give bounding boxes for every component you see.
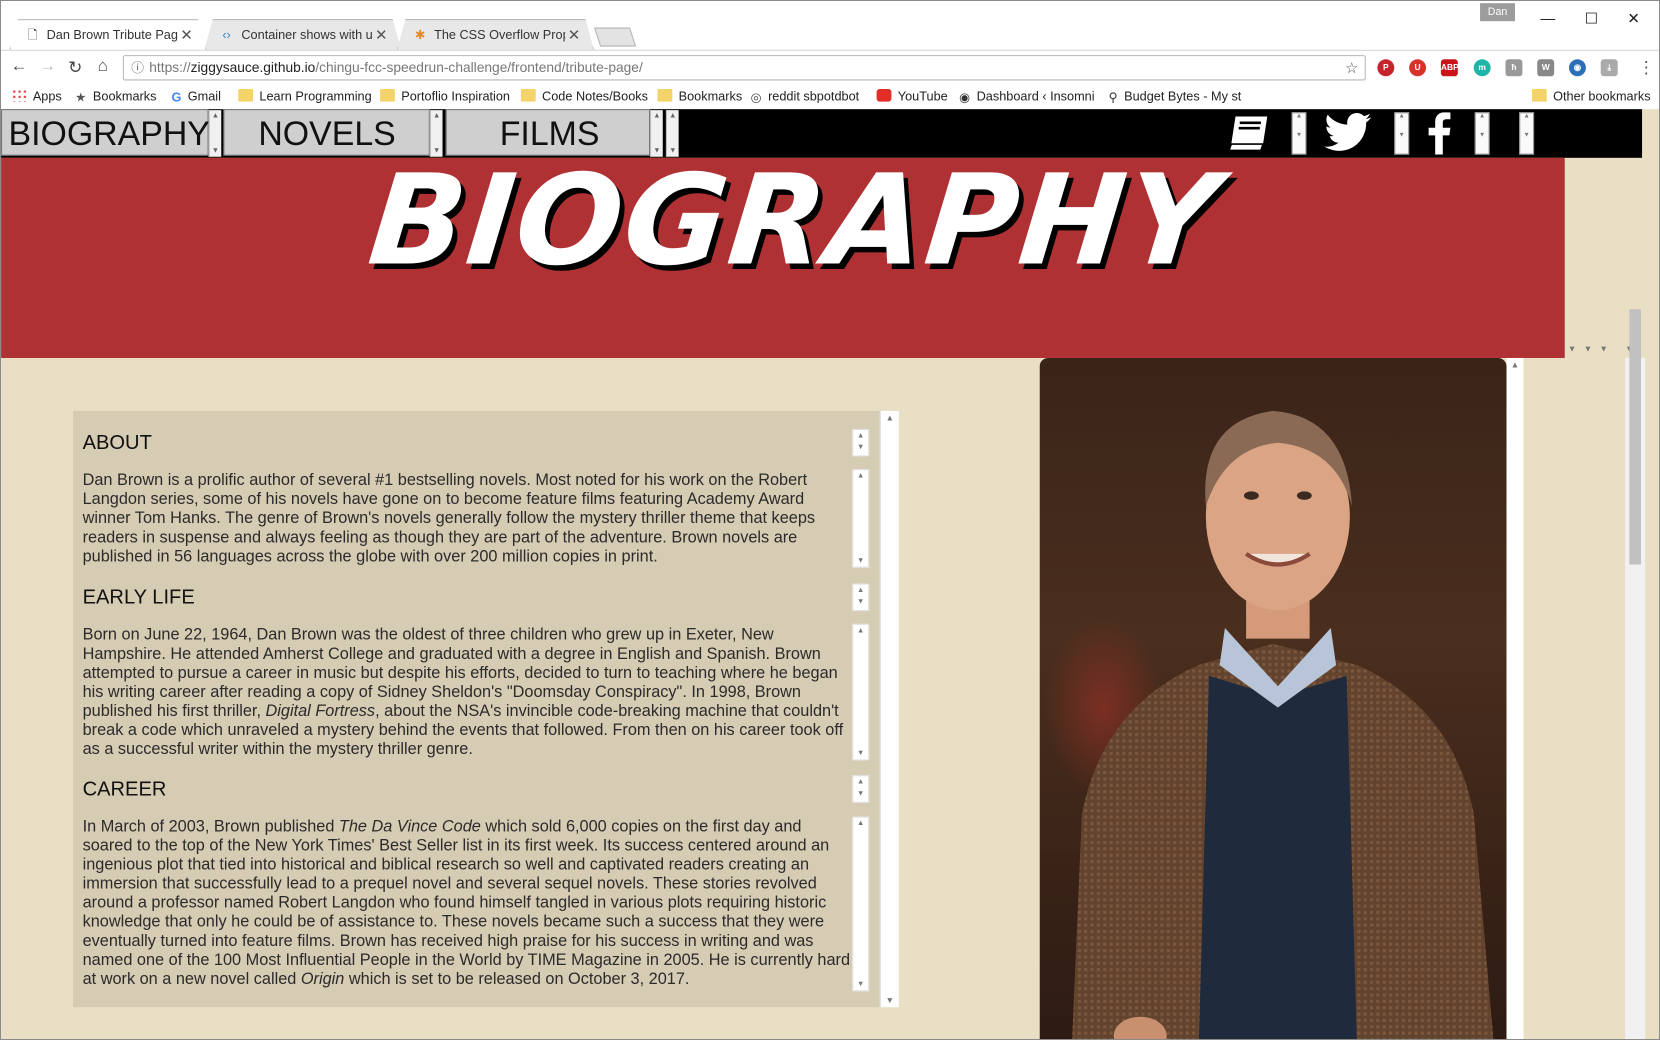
social-scrollbar[interactable]: ▲ ▼ [1394,112,1410,155]
forward-icon[interactable]: → [37,57,58,76]
menu-icon[interactable]: ⋮ [1638,57,1655,78]
back-icon[interactable]: ← [8,57,29,76]
page-icon: 🗋 [27,27,38,43]
heading-scrollbar[interactable]: ▲ ▼ [852,428,870,457]
extension-icon[interactable]: m [1473,59,1491,77]
nav-biography[interactable]: BIOGRAPHY [1,109,210,156]
minimize-icon[interactable]: — [1537,7,1558,28]
apps-icon [11,88,27,102]
nav-scrollbar[interactable]: ▲ ▼ [208,110,222,157]
reddit-icon: ◎ [750,90,762,105]
home-icon[interactable]: ⌂ [92,57,113,76]
close-icon[interactable]: ✕ [568,20,580,50]
bookmark-bookmarks-folder[interactable]: Bookmarks [657,87,742,106]
bookmark-learn-programming[interactable]: Learn Programming [238,87,372,106]
page-scrollbar[interactable] [1625,309,1646,1039]
facebook-icon[interactable] [1425,112,1453,155]
hero-title: BIOGRAPHY [362,147,1228,294]
section-heading-about: ABOUT [82,432,152,455]
social-scrollbar[interactable]: ▲ ▼ [1291,112,1307,155]
bookmark-portfolio[interactable]: Portoflio Inspiration [380,87,510,106]
browser-window: 🗋 Dan Brown Tribute Page ✕ ‹› Container … [0,0,1660,1040]
bookmark-budget-bytes[interactable]: ⚲ Budget Bytes - My st [1108,87,1241,106]
google-icon: G [171,90,182,105]
tab-dan-brown[interactable]: 🗋 Dan Brown Tribute Page ✕ [10,19,207,50]
box-scrollbar[interactable]: ▲ ▼ [879,410,899,1008]
pdf-icon[interactable]: ⤓ [1600,59,1618,77]
section-heading-early-life: EARLY LIFE [82,586,195,609]
bookmark-star-icon[interactable]: ☆ [1345,56,1358,79]
section-body-early-life: Born on June 22, 1964, Dan Brown was the… [82,625,844,759]
asterisk-icon: ✱ [415,27,426,43]
info-icon[interactable]: ⓘ [130,56,145,79]
social-scrollbar[interactable]: ▲ ▼ [1474,112,1490,155]
bookmark-apps[interactable]: Apps [11,87,62,106]
heading-scrollbar[interactable]: ▲ ▼ [852,583,870,612]
star-icon: ★ [75,90,87,105]
tab-css-overflow[interactable]: ✱ The CSS Overflow Property ✕ [397,19,594,50]
close-window-icon[interactable]: ✕ [1623,7,1644,28]
biography-box: ▲ ▼ ABOUT ▲ ▼ Dan Brown is a prolific auth… [73,410,899,1008]
social-scrollbar[interactable]: ▲ ▼ [1519,112,1535,155]
bookmark-reddit[interactable]: ◎ reddit sbpotdbot [751,87,860,106]
browser-toolbar: ← → ↻ ⌂ ⓘ https://ziggysauce.github.io/c… [1,49,1659,85]
bookmark-dashboard[interactable]: ◉ Dashboard ‹ Insomni [959,87,1094,106]
pinterest-icon[interactable]: P [1377,59,1395,77]
book-icon[interactable] [1225,112,1274,154]
hero-banner: BIOGRAPHY [1,147,1565,358]
adblock-icon[interactable]: ABP [1440,59,1459,77]
close-icon[interactable]: ✕ [375,20,387,50]
bookmark-gmail[interactable]: G Gmail [172,87,221,106]
folder-icon [1531,88,1547,102]
bookmarks-bar: Apps ★ Bookmarks G Gmail Learn Programming… [1,83,1659,110]
twitter-icon[interactable] [1324,112,1372,152]
folder-icon [238,88,254,102]
extension-icon[interactable]: ħ [1505,59,1523,77]
image-scrollbar[interactable]: ▲ [1506,357,1524,1039]
scrollbar-thumb[interactable] [1629,309,1641,565]
address-bar[interactable]: ⓘ https://ziggysauce.github.io/chingu-fc… [122,55,1366,81]
search-icon: ⚲ [1108,90,1118,105]
url-text: https://ziggysauce.github.io/chingu-fcc-… [149,59,643,76]
user-badge[interactable]: Dan [1480,3,1515,22]
extension-icon[interactable]: ◉ [1568,59,1586,77]
body-scrollbar[interactable]: ▲ ▼ [852,623,870,761]
section-body-about: Dan Brown is a prolific author of severa… [82,471,816,566]
tab-container-scrollbars[interactable]: ‹› Container shows with unwanted scrollb… [204,19,401,50]
extension-icon[interactable]: U [1409,59,1427,77]
body-scrollbar[interactable]: ▲ ▼ [852,816,870,992]
body-scrollbar[interactable]: ▲ ▼ [852,469,870,568]
portrait-illustration [1072,410,1494,1039]
youtube-icon [876,88,892,102]
folder-icon [520,88,536,102]
bookmark-other[interactable]: Other bookmarks [1531,87,1651,106]
title-bar: 🗋 Dan Brown Tribute Page ✕ ‹› Container … [1,1,1659,50]
folder-icon [380,88,395,102]
reload-icon[interactable]: ↻ [65,57,86,78]
code-icon: ‹› [222,27,231,43]
page-viewport: BIOGRAPHY ▲ ▼ NOVELS ▲ ▼ FILMS ▲ ▼ ▲ ▼ ▲ ▼ ▲ ▼… [1,109,1659,1039]
section-body-career: In March of 2003, Brown published The Da… [82,817,851,989]
section-heading-career: CAREER [82,778,167,801]
close-icon[interactable]: ✕ [180,20,192,50]
new-tab-button[interactable] [594,27,637,47]
bookmark-youtube[interactable]: YouTube [876,87,948,106]
bookmark-code-notes[interactable]: Code Notes/Books [520,87,648,106]
wikipedia-icon[interactable]: W [1537,59,1555,77]
eye-icon: ◉ [959,90,971,105]
heading-scrollbar[interactable]: ▲ ▼ [852,775,870,803]
folder-icon [657,88,673,102]
bookmark-bookmarks-star[interactable]: ★ Bookmarks [75,87,156,106]
author-portrait [1039,357,1507,1039]
maximize-icon[interactable]: ☐ [1581,7,1602,28]
